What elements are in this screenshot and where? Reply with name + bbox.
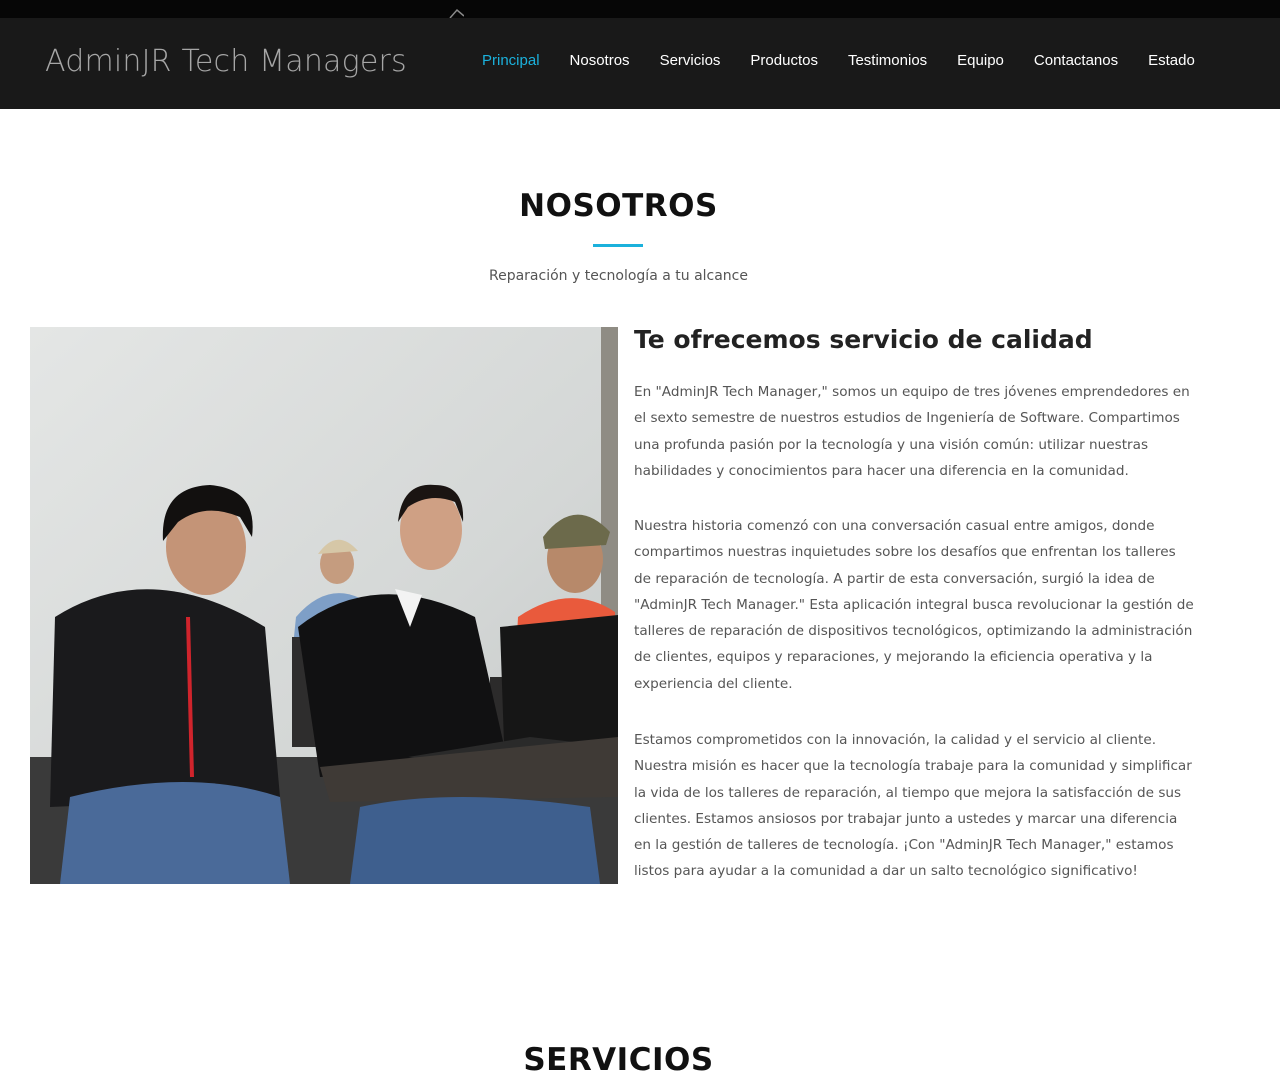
nav-item-servicios[interactable]: Servicios [660,52,721,69]
about-paragraph-3: Estamos comprometidos con la innovación,… [634,732,1192,880]
title-underline [593,244,643,247]
nav-item-productos[interactable]: Productos [750,52,818,69]
section-title: NOSOTROS [519,188,718,224]
section-subtitle: Reparación y tecnología a tu alcance [489,268,748,284]
about-paragraph-2: Nuestra historia comenzó con una convers… [634,518,1194,692]
navbar: AdminJR Tech Managers Principal Nosotros… [0,18,1280,109]
section-title: SERVICIOS [523,1042,714,1078]
team-photo [30,327,618,884]
nav-item-estado[interactable]: Estado [1148,52,1195,69]
about-heading: Te ofrecemos servicio de calidad [634,325,1093,354]
nav-item-testimonios[interactable]: Testimonios [848,52,927,69]
nav-item-principal[interactable]: Principal [482,52,540,69]
arrow-icon [449,8,464,18]
nav-item-nosotros[interactable]: Nosotros [570,52,630,69]
top-strip [0,0,1280,18]
brand-logo[interactable]: AdminJR Tech Managers [45,44,407,79]
nav-menu: Principal Nosotros Servicios Productos T… [482,52,1195,70]
nav-item-contactanos[interactable]: Contactanos [1034,52,1118,69]
about-paragraph-1: En "AdminJR Tech Manager," somos un equi… [634,384,1190,479]
nav-item-equipo[interactable]: Equipo [957,52,1004,69]
